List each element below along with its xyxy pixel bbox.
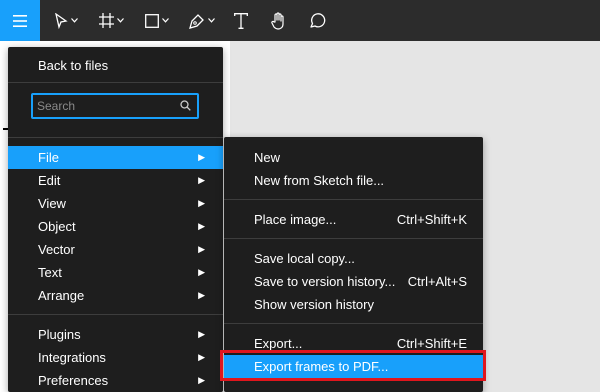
hand-tool-button[interactable] bbox=[266, 0, 292, 41]
menu-item-integrations[interactable]: Integrations ▶ bbox=[8, 346, 223, 369]
menu-item-edit[interactable]: Edit ▶ bbox=[8, 169, 223, 192]
submenu-item-save-local-copy[interactable]: Save local copy... bbox=[224, 247, 483, 270]
move-tool-icon bbox=[55, 12, 68, 29]
submenu-item-place-image[interactable]: Place image... Ctrl+Shift+K bbox=[224, 208, 483, 231]
menu-item-label: Vector bbox=[38, 242, 75, 257]
menu-item-view[interactable]: View ▶ bbox=[8, 192, 223, 215]
main-menu: Back to files File ▶ Edit ▶ View ▶ Objec… bbox=[8, 47, 223, 392]
menu-item-vector[interactable]: Vector ▶ bbox=[8, 238, 223, 261]
submenu-item-label: Save local copy... bbox=[254, 251, 355, 266]
chevron-down-icon bbox=[71, 18, 78, 23]
divider bbox=[224, 199, 483, 200]
submenu-item-show-version-history[interactable]: Show version history bbox=[224, 293, 483, 316]
chevron-down-icon bbox=[116, 18, 124, 23]
submenu-item-label: Save to version history... bbox=[254, 274, 396, 289]
submenu-item-label: New bbox=[254, 150, 281, 165]
chevron-down-icon bbox=[162, 18, 169, 23]
divider bbox=[8, 137, 223, 138]
chevron-right-icon: ▶ bbox=[198, 375, 205, 385]
search-input[interactable] bbox=[37, 98, 177, 114]
chevron-down-icon bbox=[208, 18, 215, 23]
chevron-right-icon: ▶ bbox=[198, 198, 205, 208]
text-tool-icon bbox=[234, 12, 248, 29]
comment-tool-icon bbox=[309, 13, 325, 28]
menu-item-label: Preferences bbox=[38, 373, 109, 388]
submenu-item-export[interactable]: Export... Ctrl+Shift+E bbox=[224, 332, 483, 355]
frame-tool-icon bbox=[98, 13, 114, 28]
submenu-item-new-from-sketch[interactable]: New from Sketch file... bbox=[224, 169, 483, 192]
frame-tool-button[interactable] bbox=[93, 0, 129, 41]
menu-icon bbox=[13, 14, 27, 27]
divider bbox=[8, 314, 223, 315]
shortcut-label: Ctrl+Shift+K bbox=[396, 212, 467, 227]
hand-tool-icon bbox=[271, 11, 284, 30]
submenu-item-label: New from Sketch file... bbox=[254, 173, 385, 188]
menu-item-plugins[interactable]: Plugins ▶ bbox=[8, 323, 223, 346]
pen-tool-icon bbox=[189, 13, 204, 29]
menu-item-label: File bbox=[38, 150, 59, 165]
back-to-files-label: Back to files bbox=[38, 58, 109, 73]
menu-item-label: Text bbox=[38, 265, 62, 280]
pen-tool-button[interactable] bbox=[184, 0, 220, 41]
submenu-item-label: Export... bbox=[254, 336, 303, 351]
menu-item-preferences[interactable]: Preferences ▶ bbox=[8, 369, 223, 392]
move-tool-button[interactable] bbox=[48, 0, 84, 41]
divider bbox=[224, 323, 483, 324]
submenu-item-export-frames-to-pdf[interactable]: Export frames to PDF... bbox=[224, 355, 483, 378]
divider bbox=[224, 238, 483, 239]
shape-tool-button[interactable] bbox=[139, 0, 175, 41]
chevron-right-icon: ▶ bbox=[198, 221, 205, 231]
file-submenu: New New from Sketch file... Place image.… bbox=[224, 137, 483, 392]
menu-item-object[interactable]: Object ▶ bbox=[8, 215, 223, 238]
menu-item-label: Object bbox=[38, 219, 76, 234]
shortcut-label: Ctrl+Alt+S bbox=[407, 274, 467, 289]
menu-item-label: Edit bbox=[38, 173, 61, 188]
text-tool-button[interactable] bbox=[229, 0, 253, 41]
submenu-item-label: Place image... bbox=[254, 212, 337, 227]
chevron-right-icon: ▶ bbox=[198, 290, 205, 300]
chevron-right-icon: ▶ bbox=[198, 267, 205, 277]
chevron-right-icon: ▶ bbox=[198, 175, 205, 185]
divider bbox=[8, 82, 223, 83]
search-icon bbox=[180, 100, 191, 111]
submenu-item-label: Show version history bbox=[254, 297, 374, 312]
chevron-right-icon: ▶ bbox=[198, 352, 205, 362]
search-box[interactable] bbox=[31, 93, 199, 119]
submenu-item-save-to-version-history[interactable]: Save to version history... Ctrl+Alt+S bbox=[224, 270, 483, 293]
menu-item-label: Arrange bbox=[38, 288, 85, 303]
menu-item-arrange[interactable]: Arrange ▶ bbox=[8, 284, 223, 307]
menu-item-label: Integrations bbox=[38, 350, 106, 365]
shape-tool-icon bbox=[145, 13, 159, 28]
menu-item-label: Plugins bbox=[38, 327, 81, 342]
menu-item-label: View bbox=[38, 196, 66, 211]
menu-item-file[interactable]: File ▶ bbox=[8, 146, 223, 169]
shortcut-label: Ctrl+Shift+E bbox=[396, 336, 467, 351]
chevron-right-icon: ▶ bbox=[198, 329, 205, 339]
chevron-right-icon: ▶ bbox=[198, 244, 205, 254]
toolbar bbox=[0, 0, 600, 41]
menu-item-text[interactable]: Text ▶ bbox=[8, 261, 223, 284]
submenu-item-label: Export frames to PDF... bbox=[254, 359, 389, 374]
main-menu-button[interactable] bbox=[0, 0, 40, 41]
comment-tool-button[interactable] bbox=[303, 0, 331, 41]
submenu-item-new[interactable]: New bbox=[224, 146, 483, 169]
back-to-files-item[interactable]: Back to files bbox=[8, 54, 223, 77]
chevron-right-icon: ▶ bbox=[198, 152, 205, 162]
